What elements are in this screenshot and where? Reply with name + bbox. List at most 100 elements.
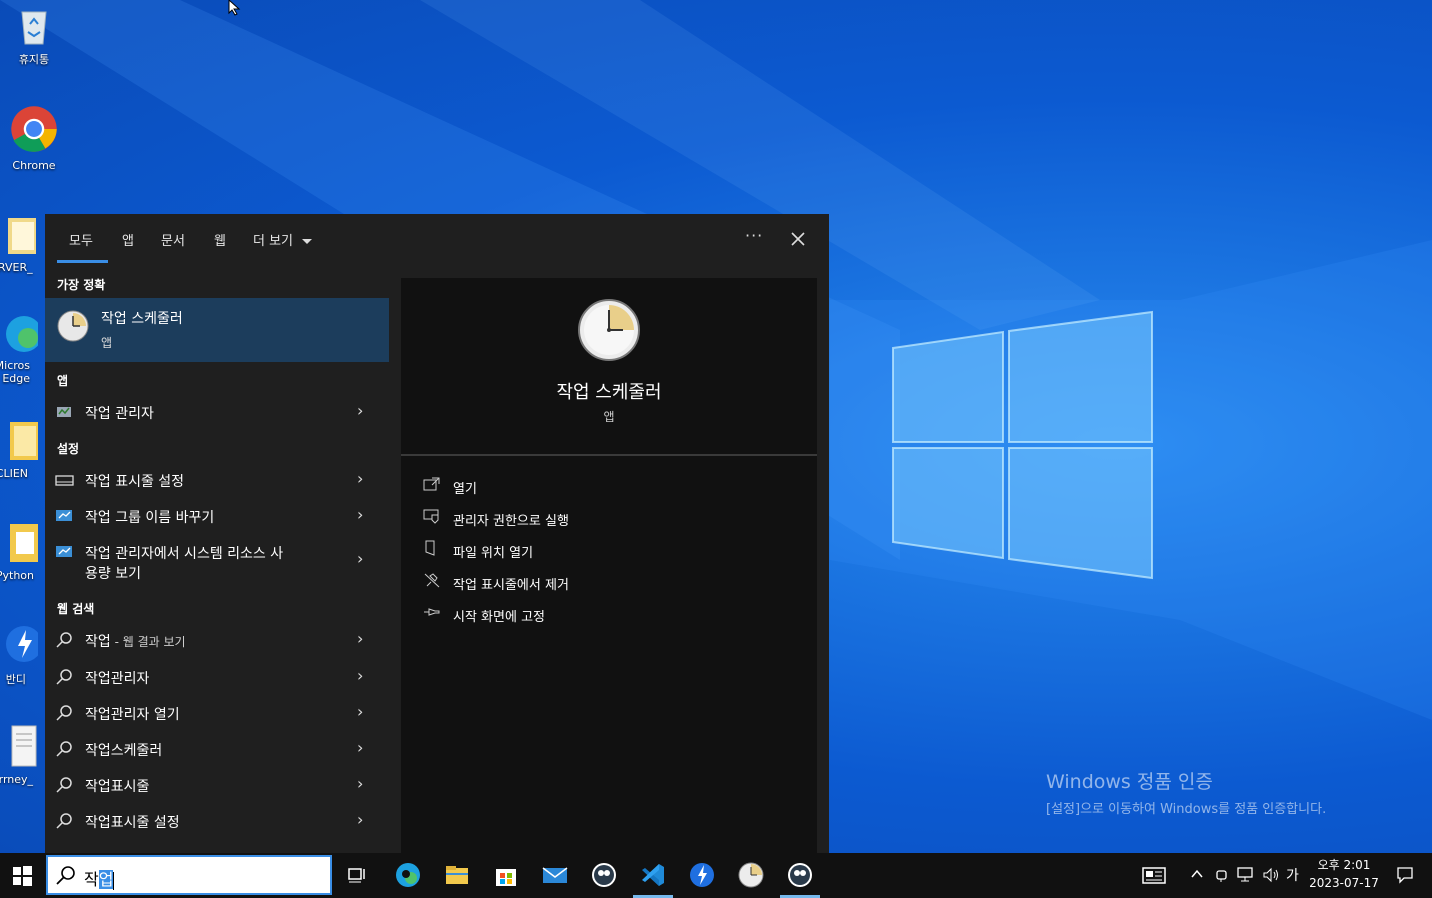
- network-icon[interactable]: [1236, 866, 1256, 884]
- result-item-task-manager[interactable]: 작업 관리자 ›: [45, 395, 389, 429]
- result-item-system-resources[interactable]: 작업 관리자에서 시스템 리소스 사 용량 보기 ›: [45, 535, 389, 583]
- web-suggestion-label: 작업스케줄러: [85, 743, 163, 759]
- recycle-bin-icon: [21, 11, 47, 45]
- clock-time: 오후 2:01: [1317, 858, 1371, 872]
- result-label: 작업 관리자: [85, 406, 154, 422]
- volume-icon[interactable]: [1262, 866, 1280, 884]
- task-scheduler-icon: [57, 310, 89, 342]
- desktop-icon-label: Python: [0, 569, 34, 582]
- file-location-icon: [425, 540, 435, 556]
- action-label: 작업 표시줄에서 제거: [453, 578, 569, 593]
- desktop-icon-recycle-bin[interactable]: 휴지통: [2, 2, 66, 67]
- microsoft-store-icon[interactable]: [492, 861, 520, 889]
- chrome-icon: [11, 106, 57, 152]
- action-open[interactable]: 열기: [423, 474, 783, 498]
- web-suggestion-item[interactable]: 작업관리자 열기 ›: [45, 696, 389, 730]
- preview-pane: 작업 스케줄러 앱 열기 관리자 권한으로 실행 파일 위치 열기 작업 표시줄…: [401, 278, 817, 854]
- section-header-settings: 설정: [57, 442, 80, 456]
- result-item-taskbar-settings[interactable]: 작업 표시줄 설정 ›: [45, 463, 389, 497]
- meet-now-icon[interactable]: [1214, 866, 1230, 884]
- chevron-right-icon[interactable]: ›: [357, 401, 363, 420]
- result-item-rename-workgroup[interactable]: 작업 그룹 이름 바꾸기 ›: [45, 499, 389, 533]
- chevron-right-icon[interactable]: ›: [357, 469, 363, 488]
- open-icon: [423, 477, 440, 491]
- desktop-icon-bandizip[interactable]: 반디: [0, 622, 48, 687]
- search-icon: [56, 632, 72, 648]
- ime-indicator[interactable]: 가: [1286, 865, 1299, 885]
- taskbar-search-box[interactable]: 작업: [46, 855, 332, 895]
- desktop-icon-python[interactable]: Python: [0, 520, 48, 582]
- windows-start-icon[interactable]: [0, 853, 44, 898]
- chevron-right-icon[interactable]: ›: [357, 549, 363, 568]
- action-run-as-admin[interactable]: 관리자 권한으로 실행: [423, 506, 783, 530]
- desktop-icon-label: Chrome: [12, 159, 56, 172]
- web-suggestion-item[interactable]: 작업관리자 ›: [45, 660, 389, 694]
- folder-icon: [8, 218, 36, 254]
- action-label: 열기: [453, 482, 477, 497]
- task-scheduler-large-icon: [578, 299, 640, 361]
- web-suggestion-item[interactable]: 작업표시줄 설정 ›: [45, 804, 389, 838]
- app-icon-penguin[interactable]: [786, 861, 814, 889]
- chevron-right-icon[interactable]: ›: [357, 629, 363, 648]
- web-suggestion-item[interactable]: 작업표시줄 ›: [45, 768, 389, 802]
- close-icon[interactable]: [791, 232, 805, 246]
- best-match-item[interactable]: 작업 스케줄러 앱: [45, 298, 389, 362]
- web-result-suffix: - 웹 결과 보기: [110, 635, 186, 649]
- tab-documents[interactable]: 문서: [161, 230, 185, 249]
- edge-icon[interactable]: [394, 861, 422, 889]
- action-unpin-taskbar[interactable]: 작업 표시줄에서 제거: [423, 570, 783, 594]
- desktop-icon-label: Micros Edge: [0, 359, 30, 385]
- action-pin-start[interactable]: 시작 화면에 고정: [423, 602, 783, 626]
- search-icon: [56, 669, 72, 685]
- web-suggestion-label: 작업표시줄 설정: [85, 815, 180, 831]
- task-scheduler-icon[interactable]: [737, 861, 765, 889]
- chevron-up-icon[interactable]: [1190, 867, 1204, 881]
- chevron-right-icon[interactable]: ›: [357, 666, 363, 685]
- vscode-icon[interactable]: [639, 861, 667, 889]
- desktop-icon-currney[interactable]: Currney_: [0, 724, 48, 786]
- search-icon: [56, 866, 75, 885]
- web-suggestion-label: 작업표시줄: [85, 779, 150, 795]
- best-match-type: 앱: [101, 336, 113, 350]
- unpin-icon: [424, 573, 440, 588]
- chevron-right-icon[interactable]: ›: [357, 810, 363, 829]
- chevron-right-icon[interactable]: ›: [357, 505, 363, 524]
- tab-web[interactable]: 웹: [214, 230, 226, 249]
- system-settings-icon: [56, 510, 72, 521]
- action-open-file-location[interactable]: 파일 위치 열기: [423, 538, 783, 562]
- desktop-icon-edge[interactable]: Micros Edge: [0, 310, 48, 385]
- windows-logo-wallpaper: [892, 310, 1153, 580]
- notification-icon[interactable]: [1396, 866, 1414, 884]
- system-settings-icon: [56, 546, 72, 557]
- search-panel: 모두 앱 문서 웹 더 보기 ··· 가장 정확 작업 스케줄러 앱 앱 작업 …: [45, 214, 829, 854]
- file-explorer-icon[interactable]: [443, 861, 471, 889]
- more-options-icon[interactable]: ···: [745, 226, 763, 245]
- search-input[interactable]: 작업: [84, 866, 115, 890]
- caret-down-icon: [302, 238, 313, 244]
- web-result-item[interactable]: 작업 - 웹 결과 보기 ›: [45, 623, 389, 657]
- bandizip-icon[interactable]: [688, 861, 716, 889]
- taskbar-settings-icon: [55, 475, 74, 486]
- document-icon: [11, 725, 37, 767]
- tab-apps[interactable]: 앱: [122, 230, 134, 249]
- desktop-icon-server[interactable]: SERVER_: [0, 212, 48, 274]
- search-text-selection: 업: [98, 870, 114, 889]
- app-icon-penguin[interactable]: [590, 861, 618, 889]
- chevron-right-icon[interactable]: ›: [357, 774, 363, 793]
- clock-date: 2023-07-17: [1309, 876, 1379, 890]
- task-view-icon[interactable]: [343, 861, 371, 889]
- news-widget-icon[interactable]: [1140, 861, 1168, 889]
- desktop-icon-client[interactable]: CLIEN: [0, 418, 48, 480]
- web-suggestion-item[interactable]: 작업스케줄러 ›: [45, 732, 389, 766]
- tab-more[interactable]: 더 보기: [253, 230, 313, 249]
- system-clock[interactable]: 오후 2:01 2023-07-17: [1302, 856, 1386, 892]
- chevron-right-icon[interactable]: ›: [357, 738, 363, 757]
- desktop-icon-chrome[interactable]: Chrome: [2, 104, 66, 172]
- result-label-line2: 용량 보기: [85, 566, 141, 582]
- best-match-title: 작업 스케줄러: [101, 311, 183, 327]
- edge-icon: [6, 316, 42, 352]
- chevron-right-icon[interactable]: ›: [357, 702, 363, 721]
- mail-icon[interactable]: [541, 861, 569, 889]
- action-label: 파일 위치 열기: [453, 546, 534, 561]
- tab-all[interactable]: 모두: [69, 230, 93, 249]
